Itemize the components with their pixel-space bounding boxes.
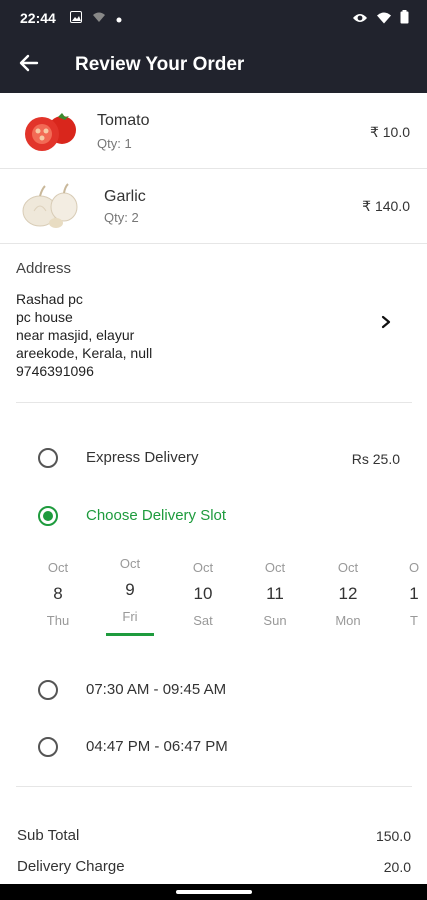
item-name: Tomato — [97, 112, 150, 129]
system-nav-bar — [0, 884, 427, 900]
arrow-left-icon — [19, 53, 39, 78]
item-name: Garlic — [104, 188, 146, 205]
address-line: areekode, Kerala, null — [16, 345, 153, 361]
wifi-icon — [376, 11, 392, 29]
time-slot-label[interactable]: 04:47 PM - 06:47 PM — [86, 738, 228, 755]
item-qty: Qty: 2 — [104, 210, 139, 225]
date-weekday: Sun — [263, 613, 287, 628]
date-day: 9 — [125, 580, 135, 599]
express-delivery-radio[interactable] — [38, 448, 58, 468]
cart-item-tomato[interactable]: Tomato Qty: 1 ₹ 10.0 — [0, 94, 427, 169]
date-day: 10 — [193, 584, 213, 603]
home-handle[interactable] — [176, 890, 252, 894]
time-slot-radio[interactable] — [38, 737, 58, 757]
date-item-selected[interactable]: Oct 9 Fri — [100, 556, 160, 624]
subtotal-row: Sub Total 150.0 — [17, 827, 411, 844]
express-delivery-price: Rs 25.0 — [351, 451, 400, 467]
garlic-image — [18, 181, 82, 231]
date-item[interactable]: Oct 11 Sun — [245, 560, 305, 628]
address-line: pc house — [16, 309, 73, 325]
item-price: ₹ 10.0 — [369, 124, 410, 140]
date-day: 8 — [53, 584, 63, 603]
app-bar: Review Your Order — [0, 36, 427, 93]
tomato-image — [18, 106, 82, 156]
delivery-slot-radio[interactable] — [38, 506, 58, 526]
battery-icon — [400, 10, 409, 29]
date-month: O — [408, 560, 420, 575]
date-item[interactable]: Oct 8 Thu — [28, 560, 88, 628]
date-weekday: Fri — [122, 609, 138, 624]
date-weekday: Mon — [335, 613, 361, 628]
delivery-charge-row: Delivery Charge 20.0 — [17, 858, 411, 875]
date-item[interactable]: Oct 10 Sat — [173, 560, 233, 628]
subtotal-value: 150.0 — [375, 828, 411, 844]
back-button[interactable] — [14, 50, 44, 80]
wifi-off-icon — [92, 10, 106, 28]
date-month: Oct — [264, 560, 286, 575]
date-weekday: Thu — [46, 613, 70, 628]
item-qty: Qty: 1 — [97, 136, 132, 151]
express-delivery-label[interactable]: Express Delivery — [86, 449, 199, 466]
image-icon — [70, 10, 82, 28]
date-month: Oct — [47, 560, 69, 575]
date-weekday: Sat — [193, 613, 213, 628]
date-item[interactable]: Oct 12 Mon — [318, 560, 378, 628]
divider — [16, 402, 412, 403]
eye-icon — [352, 11, 368, 29]
delivery-charge-label: Delivery Charge — [17, 858, 125, 875]
address-line: Rashad pc — [16, 291, 83, 307]
status-time: 22:44 — [20, 10, 56, 26]
date-day: 1 — [409, 584, 419, 603]
address-line: near masjid, elayur — [16, 327, 135, 343]
date-day: 12 — [338, 584, 358, 603]
delivery-slot-label[interactable]: Choose Delivery Slot — [86, 507, 226, 524]
date-month: Oct — [192, 560, 214, 575]
address-phone: 9746391096 — [16, 363, 94, 379]
date-selector[interactable]: Oct 8 Thu Oct 9 Fri Oct 10 Sat Oct 11 Su… — [0, 552, 427, 642]
delivery-charge-value: 20.0 — [383, 859, 411, 875]
address-edit-button[interactable] — [374, 312, 398, 336]
page-title: Review Your Order — [75, 54, 245, 75]
address-block[interactable]: Rashad pc pc house near masjid, elayur a… — [16, 290, 152, 380]
time-slot-label[interactable]: 07:30 AM - 09:45 AM — [86, 681, 226, 698]
date-month: Oct — [337, 560, 359, 575]
dot-icon — [116, 10, 122, 28]
address-label: Address — [16, 260, 72, 277]
divider — [16, 786, 412, 787]
date-item[interactable]: O 1 T — [384, 560, 427, 628]
date-weekday: T — [410, 613, 418, 628]
chevron-right-icon — [380, 315, 392, 334]
date-month: Oct — [119, 556, 141, 571]
time-slot-radio[interactable] — [38, 680, 58, 700]
cart-item-garlic[interactable]: Garlic Qty: 2 ₹ 140.0 — [0, 169, 427, 244]
subtotal-label: Sub Total — [17, 827, 80, 844]
date-day: 11 — [266, 584, 284, 603]
selected-date-indicator — [106, 633, 154, 636]
item-price: ₹ 140.0 — [362, 198, 410, 214]
status-bar: 22:44 — [0, 0, 427, 36]
